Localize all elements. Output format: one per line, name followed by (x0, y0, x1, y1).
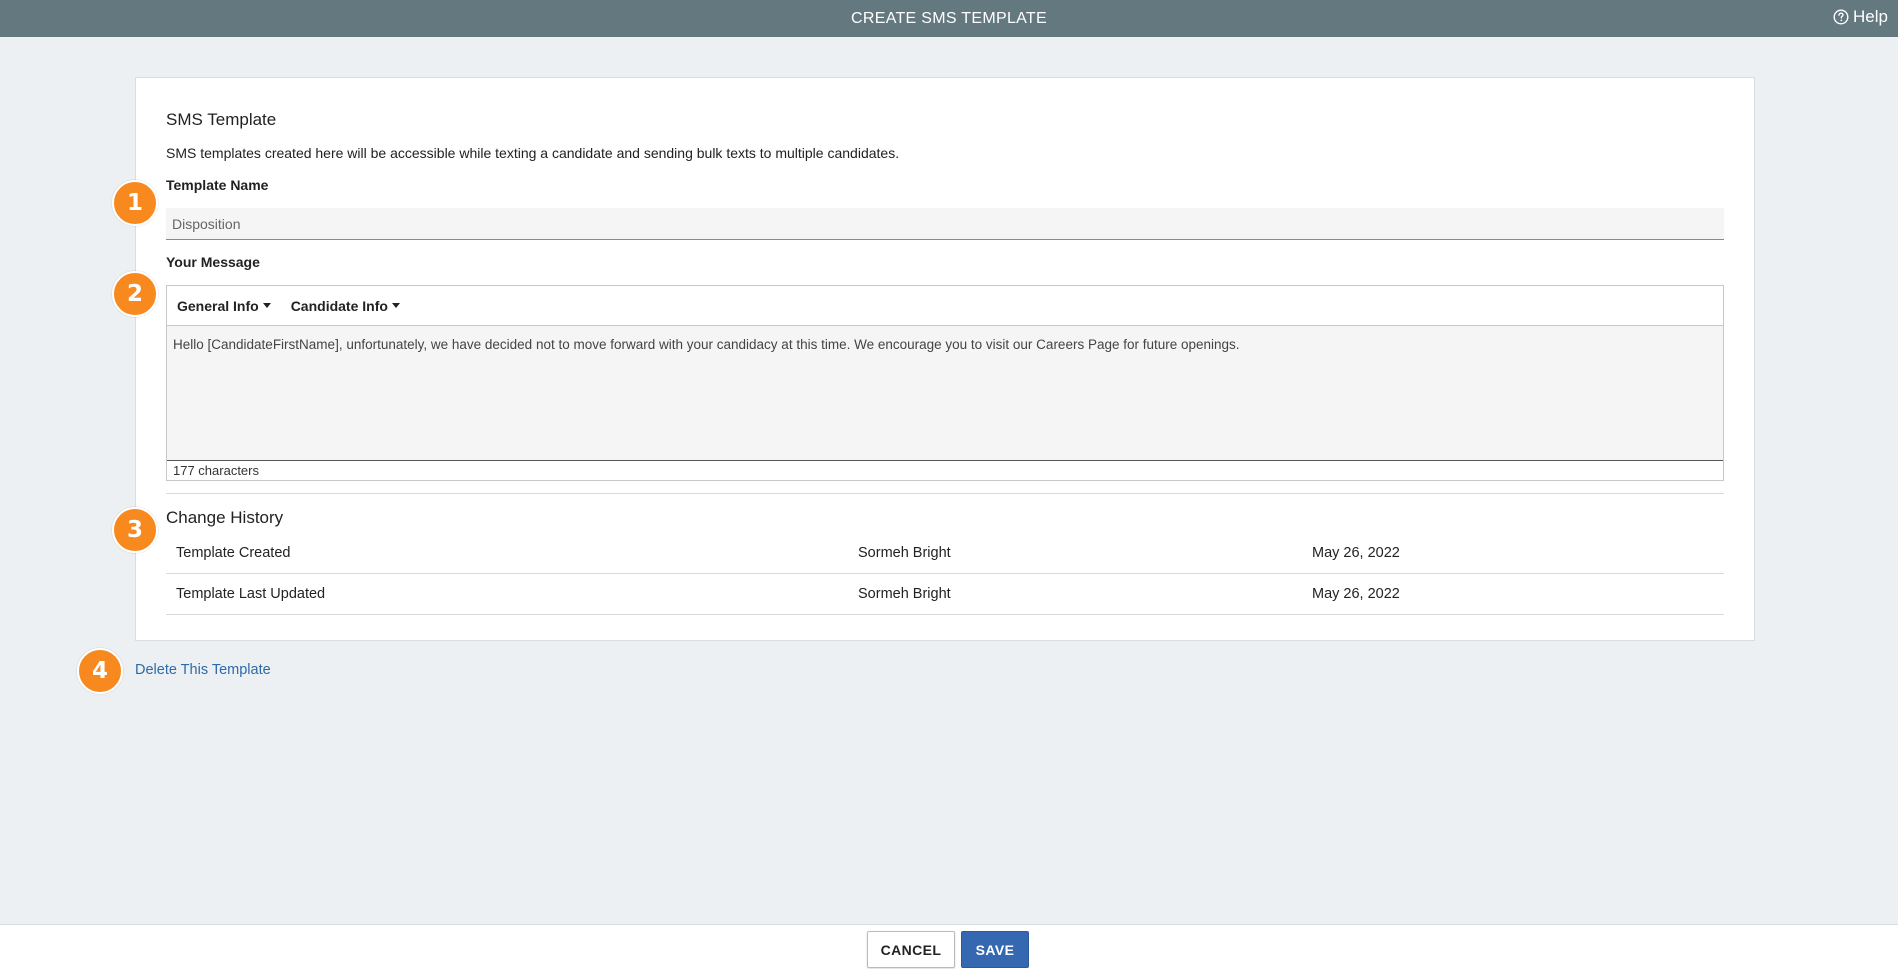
caret-down-icon (262, 303, 271, 308)
history-action: Template Last Updated (176, 586, 326, 602)
candidate-info-dropdown[interactable]: Candidate Info (291, 298, 400, 314)
save-button[interactable]: SAVE (961, 931, 1029, 968)
page-title: CREATE SMS TEMPLATE (851, 9, 1047, 27)
step-badge-4: 4 (77, 648, 123, 694)
cancel-button[interactable]: CANCEL (867, 931, 955, 968)
help-icon (1833, 9, 1849, 25)
step-badge-3: 3 (112, 507, 158, 553)
general-info-dropdown[interactable]: General Info (177, 298, 271, 314)
divider (166, 493, 1724, 494)
step-badge-1: 1 (112, 180, 158, 226)
table-row: Template Created Sormeh Bright May 26, 2… (166, 533, 1724, 574)
message-toolbar: General Info Candidate Info (167, 286, 1723, 326)
caret-down-icon (391, 303, 400, 308)
change-history-table: Template Created Sormeh Bright May 26, 2… (166, 533, 1724, 615)
change-history-title: Change History (166, 508, 284, 527)
message-editor: General Info Candidate Info Hello [Candi… (166, 285, 1724, 481)
help-button[interactable]: Help (1833, 7, 1888, 27)
section-description: SMS templates created here will be acces… (166, 145, 900, 161)
message-textarea[interactable]: Hello [CandidateFirstName], unfortunatel… (167, 326, 1723, 461)
table-row: Template Last Updated Sormeh Bright May … (166, 574, 1724, 615)
top-bar: CREATE SMS TEMPLATE Help (0, 0, 1898, 37)
template-name-label: Template Name (166, 177, 269, 193)
general-info-label: General Info (177, 297, 259, 314)
candidate-info-label: Candidate Info (290, 297, 388, 314)
step-badge-2: 2 (112, 271, 158, 317)
your-message-label: Your Message (166, 254, 260, 270)
history-date: May 26, 2022 (1312, 586, 1400, 602)
section-title: SMS Template (166, 110, 277, 129)
sms-template-card: SMS Template SMS templates created here … (135, 77, 1755, 641)
history-user: Sormeh Bright (858, 586, 951, 602)
delete-template-link[interactable]: Delete This Template (135, 662, 271, 678)
history-date: May 26, 2022 (1312, 545, 1400, 561)
history-action: Template Created (176, 545, 291, 561)
template-name-input[interactable] (166, 208, 1724, 240)
footer-bar: CANCEL SAVE (0, 924, 1898, 969)
character-count: 177 characters (173, 463, 259, 478)
history-user: Sormeh Bright (858, 545, 951, 561)
help-label: Help (1853, 7, 1888, 26)
